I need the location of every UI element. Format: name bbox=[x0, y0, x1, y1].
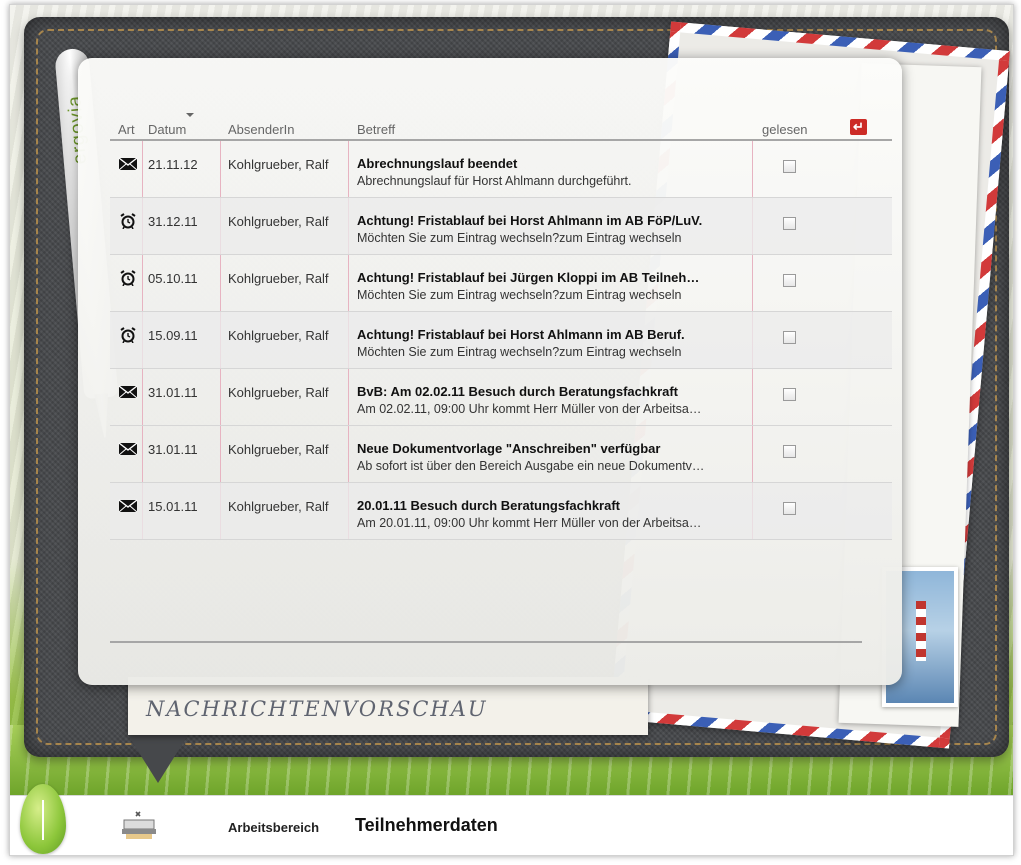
table-header: Art Datum AbsenderIn Betreff gelesen ↵ bbox=[110, 113, 892, 141]
message-subject[interactable]: Achtung! Fristablauf bei Jürgen Kloppi i… bbox=[357, 270, 757, 302]
leaf-logo-icon[interactable] bbox=[20, 784, 66, 854]
table-row[interactable]: 31.01.11 Kohlgrueber, Ralf BvB: Am 02.02.1… bbox=[110, 369, 892, 426]
sort-indicator-icon bbox=[186, 113, 194, 117]
read-checkbox[interactable] bbox=[783, 160, 796, 173]
alarm-clock-icon bbox=[118, 270, 138, 287]
lighthouse-icon bbox=[916, 601, 926, 661]
table-body: 21.11.12 Kohlgrueber, Ralf Abrechnungslauf… bbox=[110, 141, 892, 540]
column-header-read[interactable]: gelesen bbox=[762, 122, 808, 137]
message-title: 20.01.11 Besuch durch Beratungsfachkraft bbox=[357, 498, 620, 513]
message-sender: Kohlgrueber, Ralf bbox=[228, 214, 329, 229]
alarm-clock-icon bbox=[118, 213, 138, 230]
message-title: Abrechnungslauf beendet bbox=[357, 156, 518, 171]
message-preview-card: NACHRICHTENVORSCHAU bbox=[128, 677, 648, 735]
message-title: Achtung! Fristablauf bei Horst Ahlmann i… bbox=[357, 213, 703, 228]
table-bottom-rule bbox=[110, 641, 862, 643]
read-checkbox[interactable] bbox=[783, 331, 796, 344]
app-window: NACHRICHTENVORSCHAU ergovia Art Datum Ab… bbox=[9, 4, 1014, 856]
message-preview: Möchten Sie zum Eintrag wechseln?zum Ein… bbox=[357, 288, 682, 302]
message-subject[interactable]: BvB: Am 02.02.11 Besuch durch Beratungsf… bbox=[357, 384, 757, 416]
message-date: 15.09.11 bbox=[148, 328, 198, 343]
message-preview: Möchten Sie zum Eintrag wechseln?zum Ein… bbox=[357, 231, 682, 245]
message-date: 31.12.11 bbox=[148, 214, 198, 229]
read-checkbox[interactable] bbox=[783, 217, 796, 230]
alarm-clock-icon bbox=[118, 327, 138, 344]
message-preview: Am 20.01.11, 09:00 Uhr kommt Herr Müller… bbox=[357, 516, 702, 530]
message-sender: Kohlgrueber, Ralf bbox=[228, 385, 329, 400]
message-date: 31.01.11 bbox=[148, 385, 198, 400]
read-checkbox[interactable] bbox=[783, 445, 796, 458]
footer-bar: Arbeitsbereich Teilnehmerdaten bbox=[10, 784, 1013, 855]
message-title: BvB: Am 02.02.11 Besuch durch Beratungsf… bbox=[357, 384, 679, 399]
message-subject[interactable]: Achtung! Fristablauf bei Horst Ahlmann i… bbox=[357, 213, 757, 245]
message-subject[interactable]: Neue Dokumentvorlage "Anschreiben" verfü… bbox=[357, 441, 757, 473]
messages-panel: Art Datum AbsenderIn Betreff gelesen ↵ 2… bbox=[78, 58, 902, 685]
column-header-sender[interactable]: AbsenderIn bbox=[228, 122, 295, 137]
message-date: 21.11.12 bbox=[148, 157, 198, 172]
column-header-date[interactable]: Datum bbox=[148, 122, 186, 137]
message-subject[interactable]: Abrechnungslauf beendet Abrechnungslauf f… bbox=[357, 156, 757, 188]
table-row[interactable]: 31.01.11 Kohlgrueber, Ralf Neue Dokumentvo… bbox=[110, 426, 892, 483]
messages-table: Art Datum AbsenderIn Betreff gelesen ↵ 2… bbox=[110, 113, 892, 540]
workspace-link[interactable]: Arbeitsbereich bbox=[228, 820, 319, 835]
message-preview-label: NACHRICHTENVORSCHAU bbox=[146, 697, 488, 721]
message-sender: Kohlgrueber, Ralf bbox=[228, 442, 329, 457]
table-row[interactable]: 15.09.11 Kohlgrueber, Ralf Achtung! Frista… bbox=[110, 312, 892, 369]
exit-icon[interactable]: ↵ bbox=[850, 119, 867, 135]
message-title: Achtung! Fristablauf bei Jürgen Kloppi i… bbox=[357, 270, 700, 285]
column-header-type[interactable]: Art bbox=[118, 122, 135, 137]
envelope-icon bbox=[118, 498, 138, 514]
table-row[interactable]: 05.10.11 Kohlgrueber, Ralf Achtung! Frista… bbox=[110, 255, 892, 312]
message-sender: Kohlgrueber, Ralf bbox=[228, 157, 329, 172]
message-preview: Möchten Sie zum Eintrag wechseln?zum Ein… bbox=[357, 345, 682, 359]
message-subject[interactable]: Achtung! Fristablauf bei Horst Ahlmann i… bbox=[357, 327, 757, 359]
envelope-icon bbox=[118, 384, 138, 400]
table-row[interactable]: 21.11.12 Kohlgrueber, Ralf Abrechnungslauf… bbox=[110, 141, 892, 198]
message-title: Neue Dokumentvorlage "Anschreiben" verfü… bbox=[357, 441, 661, 456]
message-date: 15.01.11 bbox=[148, 499, 198, 514]
message-preview: Am 02.02.11, 09:00 Uhr kommt Herr Müller… bbox=[357, 402, 702, 416]
read-checkbox[interactable] bbox=[783, 502, 796, 515]
read-checkbox[interactable] bbox=[783, 388, 796, 401]
message-title: Achtung! Fristablauf bei Horst Ahlmann i… bbox=[357, 327, 685, 342]
message-sender: Kohlgrueber, Ralf bbox=[228, 328, 329, 343]
column-header-subject[interactable]: Betreff bbox=[357, 122, 395, 137]
envelope-icon bbox=[118, 156, 138, 172]
table-row[interactable]: 31.12.11 Kohlgrueber, Ralf Achtung! Frista… bbox=[110, 198, 892, 255]
letter-tray-icon[interactable] bbox=[118, 810, 160, 842]
message-sender: Kohlgrueber, Ralf bbox=[228, 499, 329, 514]
envelope-icon bbox=[118, 441, 138, 457]
message-date: 31.01.11 bbox=[148, 442, 198, 457]
message-preview: Ab sofort ist über den Bereich Ausgabe e… bbox=[357, 459, 705, 473]
message-sender: Kohlgrueber, Ralf bbox=[228, 271, 329, 286]
table-row[interactable]: 15.01.11 Kohlgrueber, Ralf 20.01.11 Besuch… bbox=[110, 483, 892, 540]
message-preview: Abrechnungslauf für Horst Ahlmann durchg… bbox=[357, 174, 632, 188]
read-checkbox[interactable] bbox=[783, 274, 796, 287]
message-date: 05.10.11 bbox=[148, 271, 198, 286]
message-subject[interactable]: 20.01.11 Besuch durch Beratungsfachkraft… bbox=[357, 498, 757, 530]
page-title: Teilnehmerdaten bbox=[355, 815, 498, 835]
